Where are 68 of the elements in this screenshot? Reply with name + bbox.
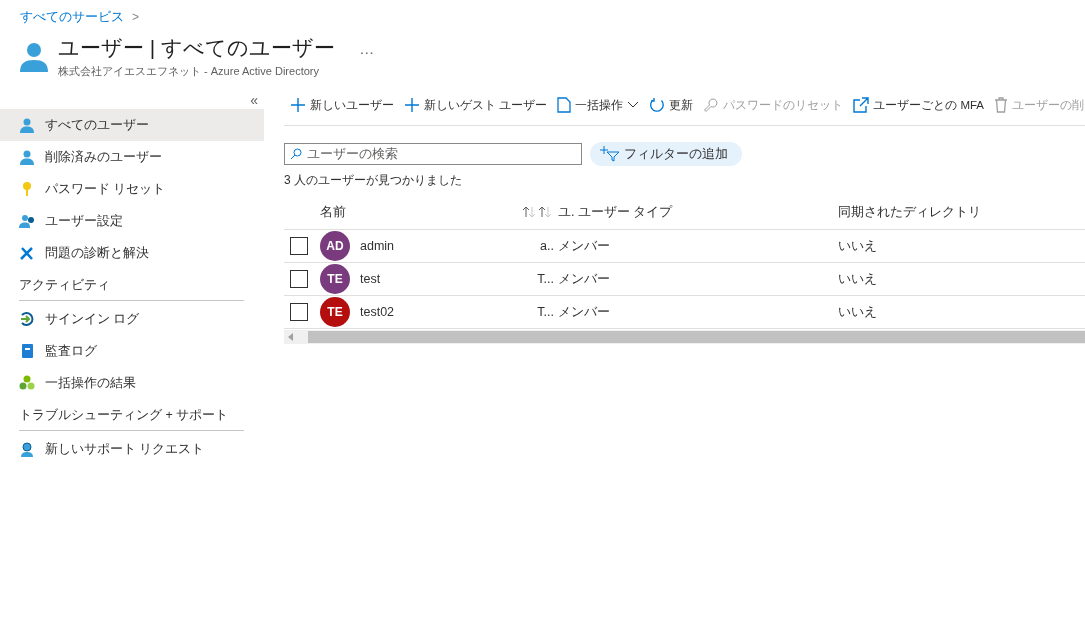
user-gear-icon (19, 213, 35, 229)
external-link-icon (853, 97, 870, 113)
table-cell-text: メンバー (558, 237, 611, 255)
result-count: 3 人のユーザーが見つかりました (284, 172, 463, 189)
table-cell: admin (360, 239, 395, 253)
toolbar-button[interactable]: 新しいユーザー (290, 97, 394, 113)
user-icon (19, 117, 35, 133)
key-icon (703, 97, 720, 113)
sort-icon[interactable] (538, 206, 552, 218)
collapse-button[interactable]: « (250, 91, 258, 109)
section-heading: アクティビティ (19, 277, 244, 301)
user-icon (19, 149, 35, 165)
sidebar-item[interactable]: 新しいサポート リクエスト (0, 433, 264, 465)
breadcrumb-separator: > (132, 10, 139, 24)
section-heading: トラブルシューティング + サポート (19, 407, 244, 431)
row-checkbox[interactable] (290, 270, 308, 288)
trash-icon (994, 97, 1009, 113)
plus-icon (290, 97, 306, 113)
toolbar-button[interactable]: 更新 (649, 97, 694, 113)
add-filter-icon (600, 146, 620, 162)
sidebar-item[interactable]: すべてのユーザー (0, 109, 264, 141)
sort-icon[interactable] (522, 206, 536, 218)
sidebar-item[interactable]: 一括操作の結果 (0, 367, 264, 399)
table-cell-text: いいえ (838, 303, 878, 321)
table-cell-text: a.. (539, 239, 555, 253)
table-cell-text: T... (536, 272, 555, 286)
column-header[interactable]: 名前 (320, 203, 520, 221)
toolbar-button[interactable]: ユーザーごとの MFA (853, 97, 985, 113)
table-cell-text: T... (536, 305, 555, 319)
table-cell-text: いいえ (838, 270, 878, 288)
table-cell: test (360, 272, 381, 286)
breadcrumb-link[interactable]: すべてのサービス (20, 8, 124, 26)
sidebar-item[interactable]: ユーザー設定 (0, 205, 264, 237)
column-header[interactable]: ユ. ユーザー タイプ (558, 203, 838, 221)
toolbar-button[interactable]: 一括操作 (557, 97, 640, 113)
user-icon (20, 41, 48, 72)
refresh-icon (649, 97, 666, 113)
cluster-icon (19, 375, 35, 391)
tools-icon (19, 245, 35, 261)
table-cell-text: メンバー (558, 270, 611, 288)
page-title: ユーザー | すべてのユーザー (58, 35, 336, 61)
search-icon (290, 148, 302, 160)
sign-in-icon (19, 311, 35, 327)
sidebar-item[interactable]: サインイン ログ (0, 303, 264, 335)
sidebar-item[interactable]: 問題の診断と解決 (0, 237, 264, 269)
scroll-left-icon (288, 333, 294, 341)
sidebar-item[interactable]: 監査ログ (0, 335, 264, 367)
avatar: TE (320, 297, 350, 327)
table-cell-text: メンバー (558, 303, 611, 321)
toolbar-button[interactable]: 新しいゲスト ユーザー (404, 97, 548, 113)
more-button[interactable]: … (355, 39, 379, 57)
book-icon (19, 343, 35, 359)
add-filter-button[interactable]: フィルターの追加 (590, 142, 742, 166)
table-cell-text: いいえ (838, 237, 878, 255)
avatar: AD (320, 231, 350, 261)
plus-icon (404, 97, 420, 113)
page-subtitle: 株式会社アイエスエフネット - Azure Active Directory (58, 64, 320, 79)
horizontal-scrollbar[interactable] (284, 330, 1085, 344)
support-person-icon (19, 441, 35, 457)
avatar: TE (320, 264, 350, 294)
sidebar-item[interactable]: パスワード リセット (0, 173, 264, 205)
sidebar-item[interactable]: 削除済みのユーザー (0, 141, 264, 173)
table-cell: test02 (360, 305, 395, 319)
column-header[interactable]: 同期されたディレクトリ (838, 203, 1085, 221)
document-icon (557, 97, 572, 113)
row-checkbox[interactable] (290, 237, 308, 255)
search-field[interactable]: ユーザーの検索 (284, 143, 582, 165)
row-checkbox[interactable] (290, 303, 308, 321)
